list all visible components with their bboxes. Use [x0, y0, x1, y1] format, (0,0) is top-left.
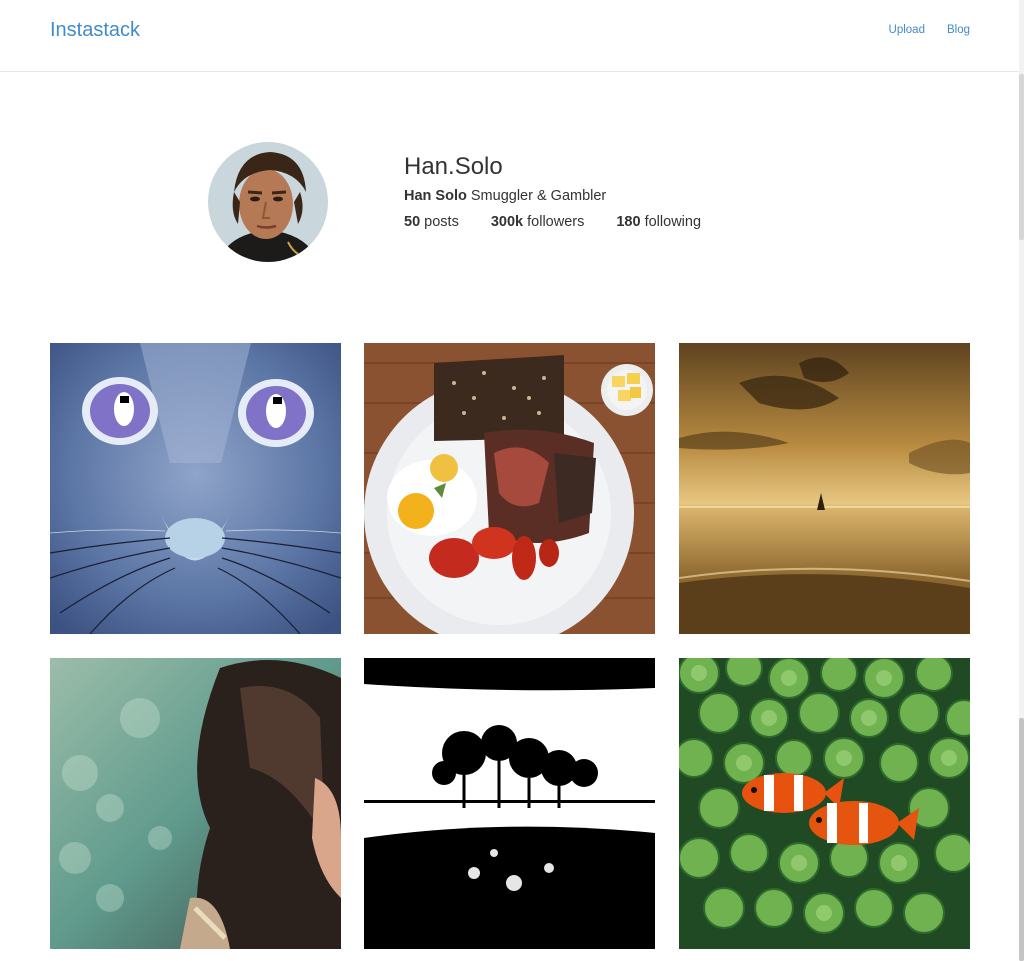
cat-photo [50, 343, 341, 634]
photo-grid [50, 343, 970, 949]
profile-bio-text: Smuggler & Gambler [470, 188, 607, 204]
portrait-photo [50, 658, 341, 949]
profile-username: Han.Solo [404, 153, 503, 180]
page-scrollbar[interactable] [1019, 0, 1024, 961]
photo-tile-trees[interactable] [364, 658, 655, 949]
profile-full-name: Han Solo [404, 188, 467, 204]
stat-followers-label: followers [527, 214, 585, 230]
photo-tile-breakfast[interactable] [364, 343, 655, 634]
photo-tile-clownfish[interactable] [679, 658, 970, 949]
nav-links: Upload Blog [889, 24, 970, 36]
stat-followers-value: 300k [490, 214, 524, 230]
blog-link[interactable]: Blog [947, 24, 970, 36]
scrollbar-track-mark [1019, 74, 1024, 240]
clownfish-photo [679, 658, 970, 949]
profile-info: Han.Solo Han Solo Smuggler & Gambler 50 … [404, 152, 701, 232]
stat-posts-label: posts [424, 214, 459, 230]
stat-followers: 300k followers [491, 212, 585, 232]
photo-tile-cat[interactable] [50, 343, 341, 634]
scrollbar-thumb[interactable] [1019, 718, 1024, 961]
sunset-photo [679, 343, 970, 634]
photo-tile-portrait[interactable] [50, 658, 341, 949]
upload-link[interactable]: Upload [889, 24, 925, 36]
avatar-image [208, 142, 328, 262]
trees-photo [364, 658, 655, 949]
stat-following: 180 following [616, 212, 701, 232]
profile-bio: Han Solo Smuggler & Gambler [404, 186, 701, 206]
profile-avatar [208, 142, 328, 262]
photo-tile-sunset[interactable] [679, 343, 970, 634]
stat-posts-value: 50 [404, 214, 421, 230]
brand-link[interactable]: Instastack [50, 19, 140, 42]
stat-posts: 50 posts [404, 212, 459, 232]
profile-stats: 50 posts 300k followers 180 following [404, 212, 701, 232]
stat-following-value: 180 [616, 214, 641, 230]
breakfast-photo [364, 343, 655, 634]
stat-following-label: following [644, 214, 702, 230]
navbar: Instastack Upload Blog [0, 0, 1020, 72]
